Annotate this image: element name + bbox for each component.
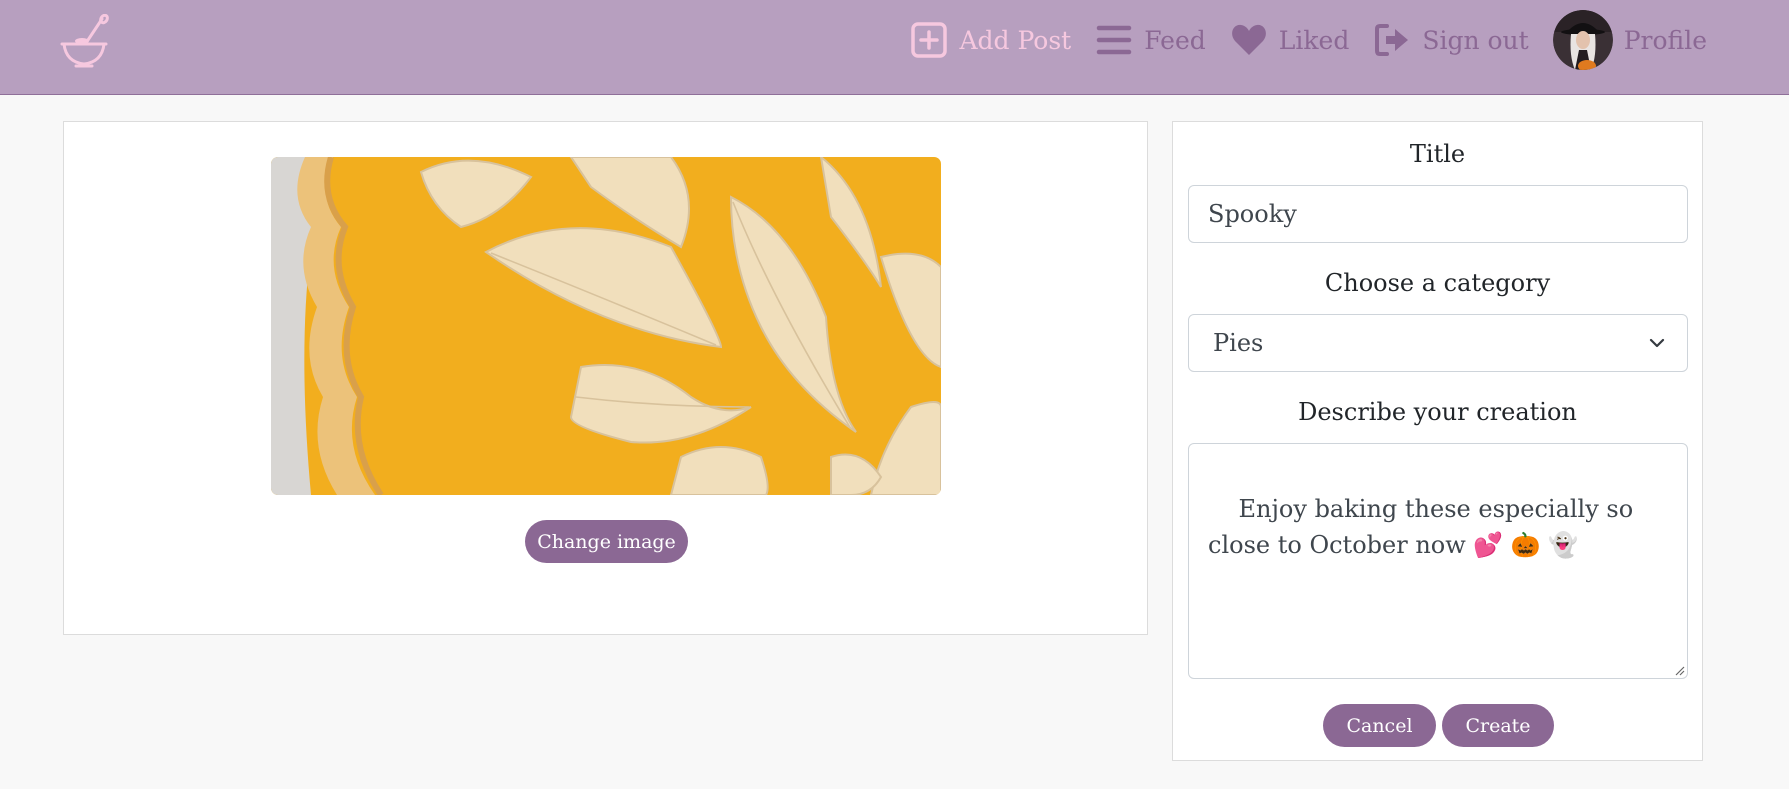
mixing-bowl-whisk-icon bbox=[60, 13, 109, 68]
post-form-card: Title Spooky Choose a category Pies Desc… bbox=[1172, 121, 1703, 761]
create-button[interactable]: Create bbox=[1442, 704, 1554, 747]
category-select[interactable]: Pies bbox=[1188, 314, 1688, 372]
category-select-value: Pies bbox=[1213, 329, 1264, 357]
pumpkin-pie-image bbox=[271, 157, 941, 495]
heart-icon bbox=[1231, 24, 1266, 55]
nav-add-post-label: Add Post bbox=[959, 25, 1072, 55]
post-image-preview bbox=[271, 157, 941, 495]
avatar bbox=[1552, 10, 1613, 70]
cancel-button[interactable]: Cancel bbox=[1323, 704, 1436, 747]
title-input[interactable]: Spooky bbox=[1188, 185, 1688, 243]
plus-square-icon bbox=[911, 22, 948, 58]
nav-profile[interactable]: Profile bbox=[1552, 10, 1707, 70]
nav-feed[interactable]: Feed bbox=[1095, 21, 1206, 59]
title-label: Title bbox=[1409, 140, 1466, 168]
title-input-value: Spooky bbox=[1208, 200, 1297, 228]
category-label: Choose a category bbox=[1324, 269, 1551, 297]
description-value: Enjoy baking these especially so close t… bbox=[1208, 495, 1641, 559]
change-image-button[interactable]: Change image bbox=[525, 520, 688, 563]
navbar: Add Post Feed Liked Sign out Profile bbox=[0, 0, 1789, 95]
chevron-down-icon bbox=[1627, 338, 1687, 348]
nav-sign-out-label: Sign out bbox=[1422, 25, 1529, 55]
description-label: Describe your creation bbox=[1298, 398, 1577, 426]
brand-logo[interactable] bbox=[58, 13, 110, 70]
nav-liked-label: Liked bbox=[1278, 25, 1350, 55]
nav-liked[interactable]: Liked bbox=[1230, 21, 1350, 59]
sign-out-icon bbox=[1375, 24, 1409, 56]
nav-profile-label: Profile bbox=[1623, 25, 1707, 55]
image-preview-card: Change image bbox=[63, 121, 1148, 635]
description-textarea[interactable]: Enjoy baking these especially so close t… bbox=[1188, 443, 1688, 679]
bars-icon bbox=[1096, 25, 1132, 55]
nav-sign-out[interactable]: Sign out bbox=[1373, 21, 1529, 59]
resize-handle-icon[interactable] bbox=[1673, 664, 1685, 676]
nav-menu: Add Post Feed Liked Sign out Profile bbox=[886, 0, 1707, 80]
nav-add-post[interactable]: Add Post bbox=[910, 21, 1071, 59]
nav-feed-label: Feed bbox=[1144, 25, 1206, 55]
